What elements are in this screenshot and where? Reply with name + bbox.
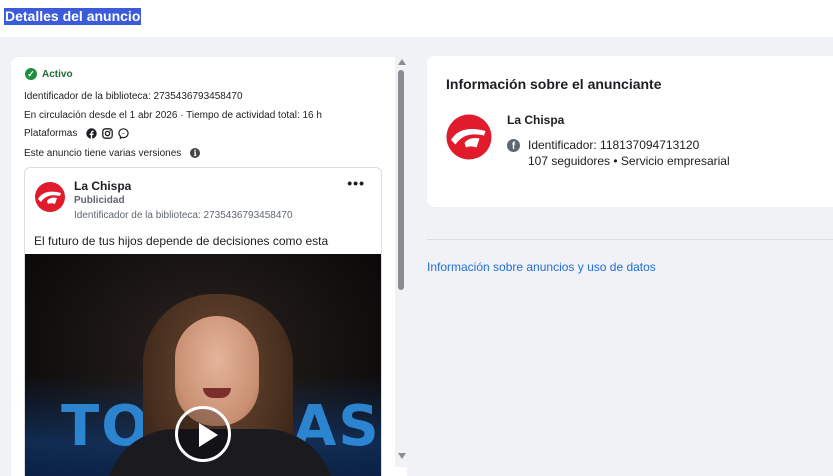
ad-preview-card: La Chispa Publicidad Identificador de la… [24, 167, 382, 476]
advertiser-id: Identificador: 118137094713120 [528, 138, 700, 152]
status-badge: Activo [42, 68, 73, 80]
play-button[interactable] [175, 406, 231, 462]
scroll-up-arrow-icon[interactable] [398, 59, 406, 65]
advertiser-id-row: f Identificador: 118137094713120 [507, 138, 699, 152]
la-chispa-logo[interactable] [34, 181, 66, 213]
advertiser-name[interactable]: La Chispa [507, 113, 564, 127]
ad-video[interactable]: TO AS [25, 254, 381, 476]
divider [427, 239, 833, 240]
scroll-thumb[interactable] [398, 70, 404, 290]
versions-row: Este anuncio tiene varias versiones i [24, 148, 201, 159]
advertiser-section-title: Información sobre el anunciante [446, 76, 662, 92]
top-bar: Detalles del anuncio [0, 0, 833, 37]
facebook-icon: f [507, 138, 520, 152]
la-chispa-logo[interactable] [445, 113, 493, 161]
scroll-down-arrow-icon[interactable] [398, 453, 406, 459]
info-icon[interactable]: i [190, 148, 201, 159]
messenger-icon [118, 128, 129, 139]
circulation-info: En circulación desde el 1 abr 2026 · Tie… [24, 110, 322, 121]
ad-details-panel: ✓ Activo Identificador de la biblioteca:… [11, 57, 407, 476]
versions-label: Este anuncio tiene varias versiones [24, 148, 182, 159]
status-row: ✓ Activo [25, 68, 73, 80]
facebook-icon [86, 128, 97, 139]
platforms-label: Plataformas [24, 128, 78, 140]
advertiser-name[interactable]: La Chispa [74, 179, 131, 193]
advertiser-info-panel: Información sobre el anunciante La Chisp… [427, 56, 833, 207]
scrollbar[interactable] [395, 57, 407, 467]
card-library-id: Identificador de la biblioteca: 27354367… [74, 210, 293, 221]
sponsored-label: Publicidad [74, 195, 125, 206]
advertiser-followers: 107 seguidores • Servicio empresarial [528, 154, 730, 168]
play-icon [199, 423, 218, 447]
check-circle-icon: ✓ [25, 68, 37, 80]
library-id: Identificador de la biblioteca: 27354367… [24, 91, 243, 102]
instagram-icon [102, 128, 113, 139]
more-options-icon[interactable]: ••• [347, 175, 365, 191]
platforms-row: Plataformas [24, 128, 129, 139]
ad-body-text: El futuro de tus hijos depende de decisi… [34, 234, 329, 248]
ads-data-usage-link[interactable]: Información sobre anuncios y uso de dato… [427, 260, 656, 274]
page-title: Detalles del anuncio [4, 8, 142, 25]
